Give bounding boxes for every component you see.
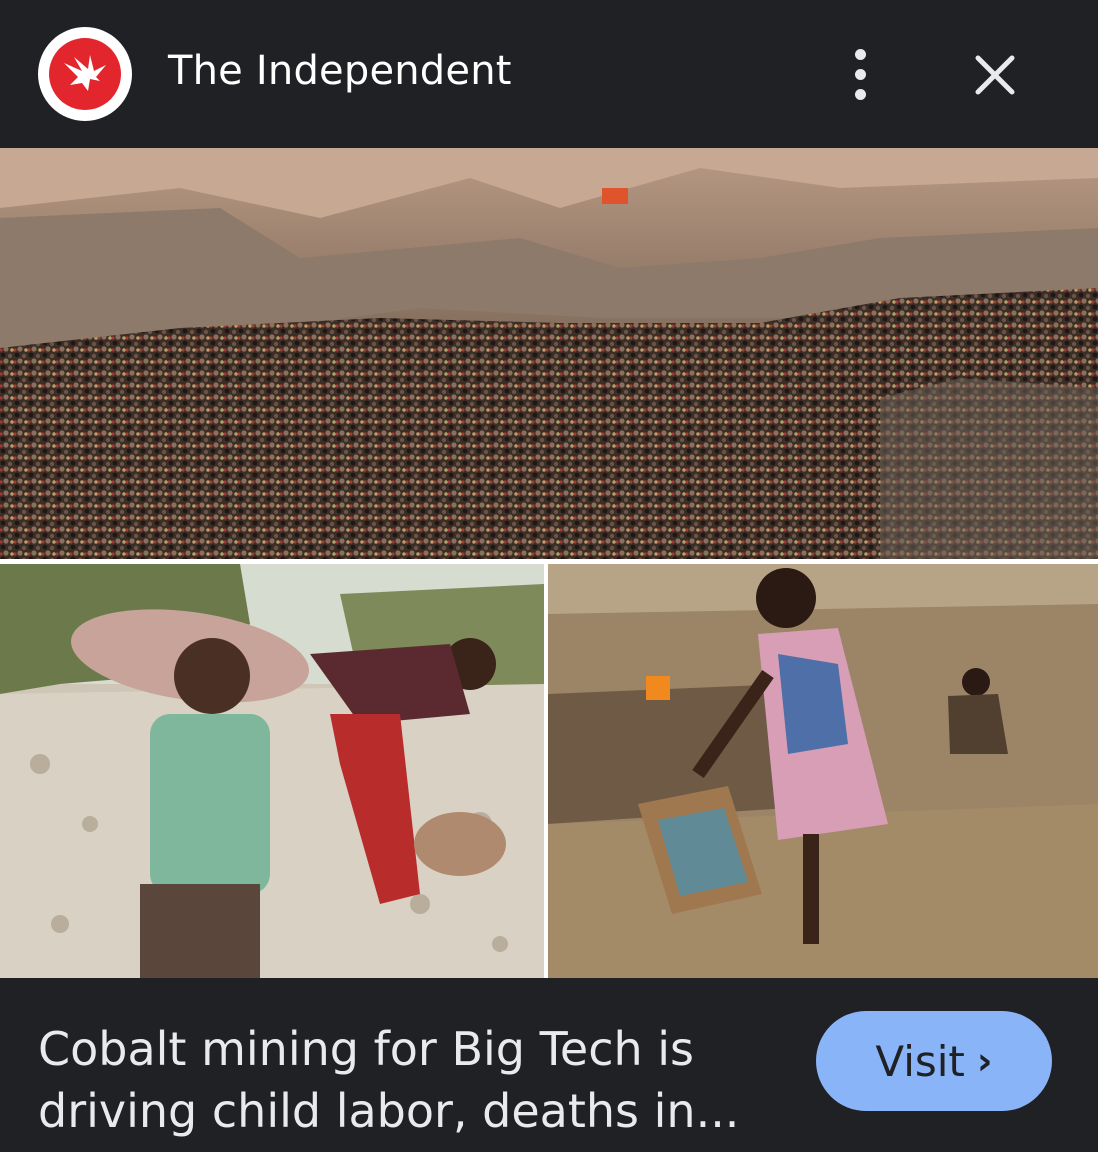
photo-woman-with-baby[interactable] xyxy=(548,564,1098,978)
close-icon xyxy=(975,55,1015,95)
more-vert-icon-dot xyxy=(854,48,866,60)
close-button[interactable] xyxy=(966,46,1024,104)
visit-button[interactable]: Visit › xyxy=(816,1011,1052,1111)
image-collage[interactable] xyxy=(0,148,1098,1080)
photo-crowded-mine[interactable] xyxy=(0,148,1098,559)
visit-button-label: Visit xyxy=(875,1036,965,1086)
photo-boys-carrying-sacks[interactable] xyxy=(0,564,544,978)
source-logo[interactable] xyxy=(38,27,132,121)
article-headline[interactable]: Cobalt mining for Big Tech is driving ch… xyxy=(38,1018,778,1142)
more-vert-icon-dot xyxy=(854,88,866,100)
more-options-button[interactable] xyxy=(838,44,882,104)
chevron-right-icon: › xyxy=(976,1039,993,1083)
eagle-icon xyxy=(49,38,121,110)
more-vert-icon-dot xyxy=(854,68,866,80)
source-title: The Independent xyxy=(168,48,512,94)
result-footer: Cobalt mining for Big Tech is driving ch… xyxy=(0,978,1098,1152)
app-header: The Independent xyxy=(0,0,1098,148)
